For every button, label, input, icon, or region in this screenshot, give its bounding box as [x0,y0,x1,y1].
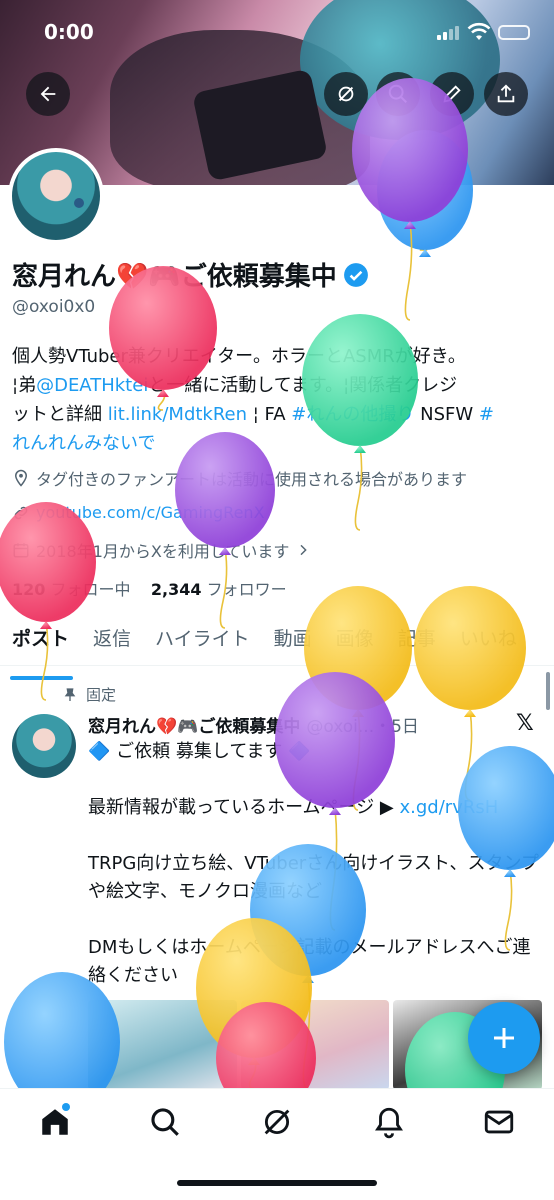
bio-link[interactable]: lit.link/MdtkRen [108,404,247,425]
bio-text: ットと詳細 [12,404,108,425]
balloon [458,746,554,951]
post-header: 窓月れん💔🎮ご依頼募集中 @oxoi...・5日 [88,712,419,737]
search-button[interactable] [376,72,420,116]
follow-stats: 120 フォロー中 2,344 フォロワー [12,576,287,600]
following-count: 120 [12,580,46,599]
website-link[interactable]: youtube.com/c/GamingRenX [36,503,265,522]
x-logo-icon: 𝕏 [516,711,534,736]
profile-avatar[interactable] [8,148,104,244]
messages-icon[interactable] [482,1105,516,1139]
back-button[interactable] [26,72,70,116]
profile-tabs: ポスト 返信 ハイライト 動画 画像 記事 いいね [0,612,554,680]
wifi-icon [467,22,491,40]
post-meta: @oxoi...・5日 [306,717,419,737]
edit-profile-button[interactable] [430,72,474,116]
balloon [0,502,96,701]
pinned-label: 固定 [86,686,117,704]
home-indicator [177,1180,377,1186]
battery-icon [498,25,530,40]
back-arrow-icon [40,86,56,102]
tab-photos[interactable]: 画像 [324,612,386,665]
post-text: 最新情報が載っているホームページ ▶ [88,797,400,818]
tab-posts[interactable]: ポスト [0,612,81,680]
post-link[interactable]: x.gd/rvRsH [400,797,499,818]
display-name: 窓月れん💔🎮ご依頼募集中 [12,262,337,292]
scrollbar[interactable] [546,672,550,710]
bio-text: ¦ FA [247,404,292,425]
bio-text: と一緒に活動してます。¦関係者クレジ [148,375,458,396]
compose-button[interactable] [468,1002,540,1074]
profile-handle: @oxoi0x0 [12,297,96,317]
tab-videos[interactable]: 動画 [262,612,324,665]
tab-likes[interactable]: いいね [448,612,529,665]
home-new-indicator [62,1103,70,1111]
bio-text: NSFW [414,404,479,425]
pinned-indicator: 固定 [62,684,116,705]
bio-text: ホラーとASMRが好き。 [270,346,466,367]
grok-nav-icon[interactable] [260,1105,294,1139]
grok-button[interactable] [324,72,368,116]
followers-link[interactable]: 2,344 フォロワー [151,580,287,599]
profile-bio: 個人勢VTuber兼クリエイター。ホラーとASMRが好き。 ¦弟@DEATHkt… [12,342,544,458]
location-text: タグ付きのファンアートは活動に使用される場合があります [36,470,468,489]
calendar-icon [13,543,29,558]
share-button[interactable] [484,72,528,116]
post-line: 🔷 ご依頼 募集してます 🔷 [88,741,311,762]
joined-row[interactable]: 2018年1月からXを利用しています [12,538,317,562]
status-bar: 0:00 [0,0,554,62]
joined-text: 2018年1月からXを利用しています [36,542,290,561]
followers-label: フォロワー [206,580,287,599]
followers-count: 2,344 [150,580,202,599]
hashtag-link[interactable]: #れんの他撮り [291,404,414,425]
media-image[interactable] [240,1000,390,1090]
pin-icon [64,687,76,701]
share-icon [497,84,515,103]
hashtag-link[interactable]: # [479,404,494,425]
post-author[interactable]: 窓月れん💔🎮ご依頼募集中 [88,712,300,737]
grok-icon [338,86,354,102]
notifications-icon[interactable] [372,1105,406,1139]
profile-name-row: 窓月れん💔🎮ご依頼募集中 [12,256,369,293]
location-icon [14,469,28,487]
post-line: DMもしくはホームページ記載のメールアドレスへご連絡ください [88,937,531,986]
location-row: タグ付きのファンアートは活動に使用される場合があります [12,466,467,490]
verified-badge-icon[interactable] [343,262,369,288]
bio-text: ¦弟 [12,375,37,396]
chevron-right-icon [300,544,308,556]
search-icon [388,84,407,103]
hashtag-link[interactable]: れんれんみないで [12,433,155,454]
link-icon [14,506,28,519]
tab-replies[interactable]: 返信 [81,612,143,665]
status-time: 0:00 [44,20,94,44]
edit-icon [443,85,461,103]
mention-link[interactable]: @DEATHktei [36,375,148,396]
compose-icon [494,1028,514,1048]
media-image[interactable] [88,1000,237,1090]
post-avatar[interactable] [12,714,76,778]
following-link[interactable]: 120 フォロー中 [12,580,131,599]
bio-text: 個人勢VTuber兼クリエイター。 [12,346,271,367]
following-label: フォロー中 [50,580,131,599]
explore-icon[interactable] [148,1105,182,1139]
website-row[interactable]: youtube.com/c/GamingRenX [12,503,265,522]
tab-highlights[interactable]: ハイライト [143,612,262,665]
post-line: 最新情報が載っているホームページ ▶ x.gd/rvRsH [88,794,546,822]
signal-icon [437,26,459,40]
post-line: TRPG向け立ち絵、VTuberさん向けイラスト、スタンプや絵文字、モノクロ漫画… [88,853,539,902]
tab-articles[interactable]: 記事 [386,612,448,665]
